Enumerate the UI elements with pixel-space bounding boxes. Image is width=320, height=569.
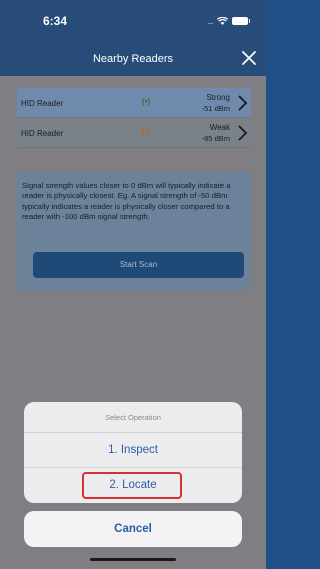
status-time: 6:34 xyxy=(43,14,68,28)
reader-name: HID Reader xyxy=(21,99,64,108)
chevron-right-icon xyxy=(238,95,248,111)
action-sheet-group: Select Operation 1. Inspect 2. Locate xyxy=(24,402,242,503)
main-content: HID Reader (•) Strong -51 dBm HID Reader… xyxy=(0,76,266,569)
reader-name: HID Reader xyxy=(21,129,64,138)
action-sheet-header: Select Operation xyxy=(24,402,242,433)
locate-option-row: 2. Locate xyxy=(24,468,242,503)
highlight-box xyxy=(82,472,182,499)
action-sheet: Select Operation 1. Inspect 2. Locate Ca… xyxy=(24,402,242,547)
strength-label: Strong xyxy=(206,93,230,102)
signal-icon: (•) xyxy=(142,127,151,136)
strength-label: Weak xyxy=(209,123,230,132)
start-scan-button[interactable]: Start Scan xyxy=(33,252,244,278)
chevron-right-icon xyxy=(238,125,248,141)
signal-icon: (•) xyxy=(142,97,151,106)
page-title: Nearby Readers xyxy=(92,53,174,65)
nav-bar: Nearby Readers xyxy=(0,44,266,76)
info-text: Signal strength values closer to 0 dBm w… xyxy=(22,181,231,221)
strength-dbm: -51 dBm xyxy=(201,104,230,113)
cellular-signal-icon: .... xyxy=(206,16,214,26)
wifi-icon xyxy=(217,17,228,25)
inspect-option[interactable]: 1. Inspect xyxy=(24,433,242,468)
signal-strength: Weak -85 dBm xyxy=(202,122,230,144)
signal-strength: Strong -51 dBm xyxy=(202,92,230,114)
battery-icon xyxy=(232,17,250,25)
close-icon xyxy=(242,51,256,65)
close-button[interactable] xyxy=(240,49,258,67)
phone-screen: 6:34 .... Nearby Readers HID Reader (•) … xyxy=(0,0,266,569)
strength-dbm: -85 dBm xyxy=(201,134,230,143)
reader-list: HID Reader (•) Strong -51 dBm HID Reader… xyxy=(17,88,251,148)
reader-row[interactable]: HID Reader (•) Strong -51 dBm xyxy=(17,88,251,118)
reader-row[interactable]: HID Reader (•) Weak -85 dBm xyxy=(17,118,251,148)
status-icons: .... xyxy=(206,16,250,26)
info-box: Signal strength values closer to 0 dBm w… xyxy=(17,172,251,290)
home-indicator[interactable] xyxy=(90,558,176,561)
status-bar: 6:34 .... xyxy=(0,0,266,44)
cancel-button[interactable]: Cancel xyxy=(24,511,242,547)
